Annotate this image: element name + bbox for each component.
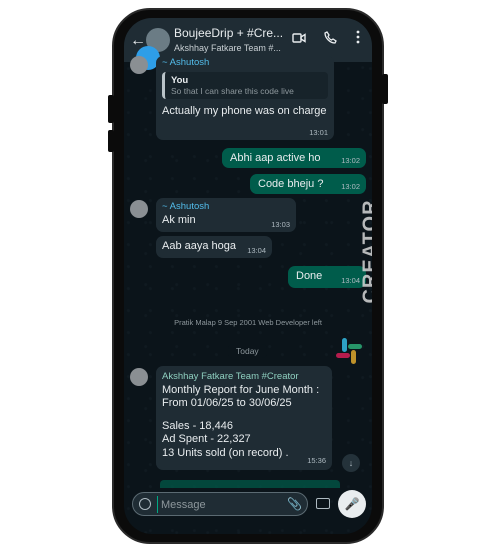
date-separator: Today	[228, 344, 267, 358]
phone-power-button	[382, 74, 388, 104]
message-text: Monthly Report for June Month :	[162, 383, 320, 396]
quoted-message[interactable]: You So that I can share this code live	[162, 72, 328, 99]
message-bubble-outgoing[interactable]: Abhi aap active ho 13:02	[222, 148, 366, 168]
message-text: Sales - 18,446	[162, 419, 233, 432]
avatar[interactable]	[130, 200, 148, 218]
message-text: Ad Spent - 22,327	[162, 433, 251, 445]
phone-side-button	[108, 130, 114, 152]
slack-logo-icon	[334, 336, 364, 371]
message-text: Code bheju ?	[258, 178, 324, 190]
quote-text: So that I can share this code live	[171, 86, 294, 96]
next-message-peek	[160, 480, 340, 488]
message-time: 15:36	[307, 455, 326, 465]
message-sender: ~ Ashutosh	[162, 57, 210, 68]
message-time: 13:03	[271, 220, 290, 229]
avatar[interactable]	[130, 56, 148, 74]
message-text: 13 Units sold (on record) .	[162, 446, 289, 459]
video-camera-icon[interactable]	[292, 31, 306, 49]
message-bubble-incoming[interactable]: ~ Ashutosh You So that I can share this …	[156, 56, 334, 140]
chevron-double-down-icon[interactable]: ↓	[342, 454, 360, 472]
more-vertical-icon[interactable]	[356, 30, 360, 49]
message-text: From 01/06/25 to 30/06/25	[162, 397, 292, 409]
message-sender: Akshhay Fatkare Team #Creator	[162, 371, 299, 382]
message-time: 13:04	[247, 246, 266, 255]
message-input[interactable]	[157, 496, 277, 513]
quote-author: You	[171, 75, 189, 86]
creator-watermark: CREATOR	[358, 168, 373, 338]
message-time: 13:01	[309, 128, 328, 137]
message-bubble-outgoing[interactable]: Code bheju ? 13:02	[250, 174, 366, 194]
message-text: Done	[296, 270, 323, 282]
message-bubble-incoming[interactable]: Akshhay Fatkare Team #Creator Monthly Re…	[156, 366, 332, 470]
message-text: Abhi aap active ho	[230, 152, 321, 164]
phone-side-button	[108, 95, 114, 123]
chat-screen: ← BoujeeDrip + #Cre... Akshhay Fatkare T…	[124, 18, 372, 534]
chat-title[interactable]: BoujeeDrip + #Cre...	[174, 26, 284, 40]
message-composer[interactable]: 📎	[132, 492, 308, 516]
avatar[interactable]	[130, 368, 148, 386]
phone-icon[interactable]	[324, 31, 337, 49]
watermark-text: CREATOR	[359, 199, 373, 304]
message-bubble-outgoing[interactable]: Done 13:04	[288, 266, 366, 288]
message-text: Actually my phone was on charge	[162, 105, 327, 117]
message-text: Aab aaya hoga	[162, 240, 237, 252]
camera-icon[interactable]	[316, 498, 330, 509]
message-bubble-incoming[interactable]: ~ Ashutosh Ak min 13:03	[156, 198, 296, 232]
message-bubble-incoming[interactable]: Aab aaya hoga 13:04	[156, 236, 272, 258]
message-time: 13:02	[341, 156, 360, 165]
paperclip-icon[interactable]: 📎	[287, 497, 302, 511]
message-sender: ~ Ashutosh	[162, 201, 210, 212]
emoji-icon[interactable]	[139, 498, 151, 510]
microphone-icon[interactable]: 🎤	[338, 490, 366, 518]
system-message: Pratik Malap 9 Sep 2001 Web Developer le…	[174, 318, 322, 327]
chat-subtitle[interactable]: Akshhay Fatkare Team #...	[174, 43, 284, 53]
